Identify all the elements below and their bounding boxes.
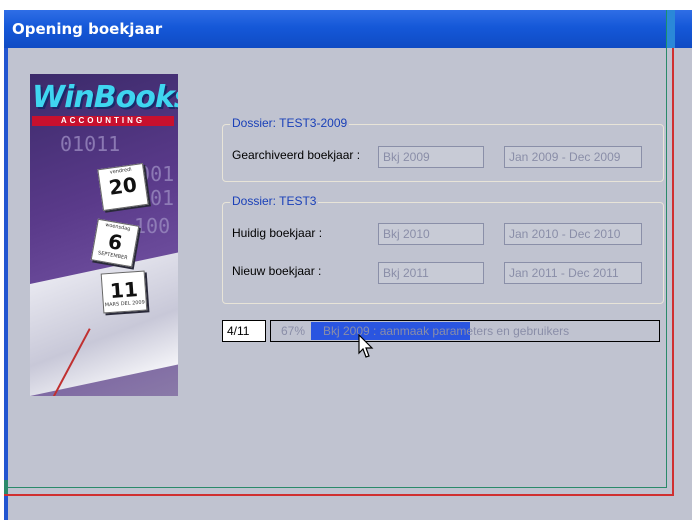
selection-border-right [672,48,674,496]
winbooks-logo-image: 01011 1001 01 100 vendredi 20 woensdag 6… [30,74,178,396]
guide-line-horizontal [4,487,667,488]
group-title-archived: Dossier: TEST3-2009 [230,116,350,130]
title-bar[interactable]: Opening boekjaar [4,10,692,48]
calendar-page-icon: 11 MARS DEL 2009 [100,270,148,314]
calendar-page-icon: woensdag 6 SEPTEMBER [90,218,140,268]
current-year-label: Huidig boekjaar : [232,226,323,240]
logo-brand: WinBooks [32,80,178,115]
dossier-current-group [222,202,664,304]
mouse-cursor-icon [358,334,374,358]
progress-bar: 67% Bkj 2009 : aanmaak parameters en geb… [270,320,660,342]
binary-text: 100 [134,214,171,238]
binary-text: 01011 [60,132,121,156]
archived-year-label: Gearchiveerd boekjaar : [232,148,361,162]
progress-percent: 67% [281,324,306,338]
current-year-field[interactable]: Bkj 2010 [378,223,484,245]
window-title: Opening boekjaar [12,20,163,38]
new-period-field[interactable]: Jan 2011 - Dec 2011 [504,262,642,284]
binary-text: 01 [150,186,175,210]
new-year-field[interactable]: Bkj 2011 [378,262,484,284]
calendar-page-icon: vendredi 20 [97,163,149,211]
current-period-field[interactable]: Jan 2010 - Dec 2010 [504,223,642,245]
archived-period-field[interactable]: Jan 2009 - Dec 2009 [504,146,642,168]
guide-line-vertical [666,48,667,488]
selection-border-bottom [4,494,674,496]
group-title-current: Dossier: TEST3 [230,194,319,208]
window-left-frame [4,48,8,520]
step-counter: 4/11 [222,320,266,342]
logo-tagline: ACCOUNTING [32,116,174,126]
archived-year-field[interactable]: Bkj 2009 [378,146,484,168]
dialog-window: Opening boekjaar 01011 1001 01 100 vendr… [4,10,692,520]
title-bar-edge [666,10,675,48]
new-year-label: Nieuw boekjaar : [232,264,322,278]
